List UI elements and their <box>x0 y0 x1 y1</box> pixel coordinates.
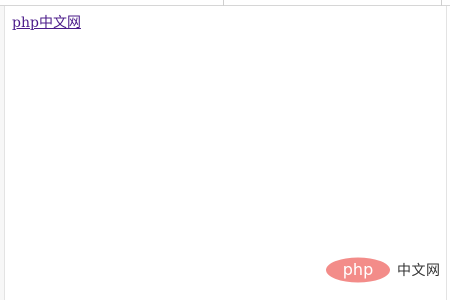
php-badge-text: php <box>343 260 373 279</box>
watermark-site-name: 中文网 <box>397 263 441 279</box>
browser-viewport: php中文网 php 中文网 <box>0 0 450 300</box>
left-frame-edge <box>0 6 5 300</box>
top-toolbar-edge <box>0 0 450 6</box>
toolbar-divider <box>441 0 442 6</box>
toolbar-divider <box>223 0 224 6</box>
php-logo-badge: php <box>325 257 391 283</box>
php-logo-icon: php <box>326 257 390 283</box>
php-cn-link[interactable]: php中文网 <box>12 14 81 32</box>
site-watermark: php 中文网 <box>325 256 447 284</box>
